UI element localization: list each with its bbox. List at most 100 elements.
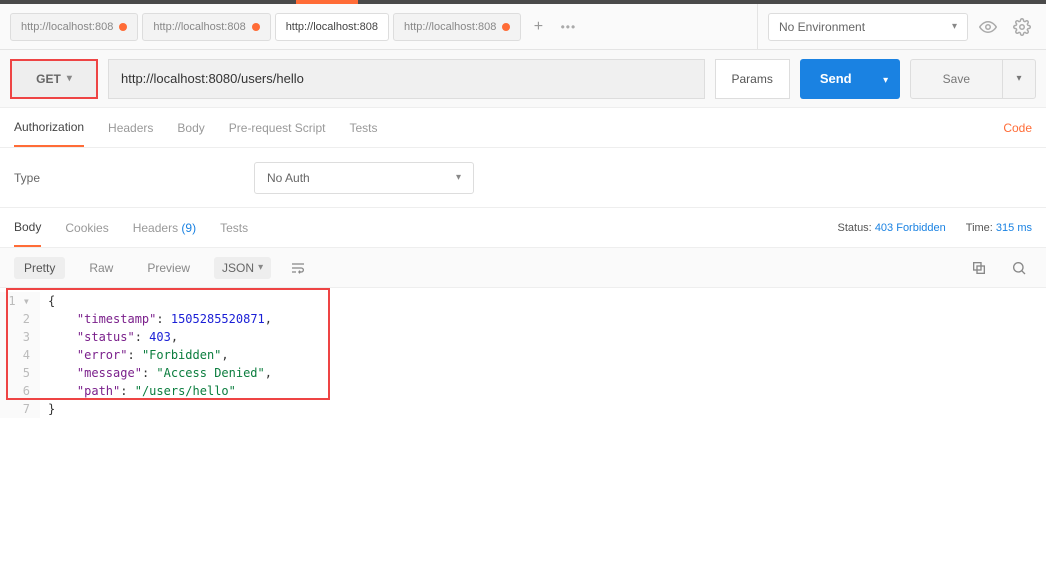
save-dropdown[interactable]: ▾ bbox=[1002, 60, 1035, 98]
code-text: { bbox=[48, 294, 55, 308]
new-tab-button[interactable]: + bbox=[525, 14, 551, 40]
dirty-dot-icon bbox=[252, 23, 260, 31]
view-bar: Pretty Raw Preview JSON ▾ bbox=[0, 248, 1046, 288]
tab-label: http://localhost:808 bbox=[21, 21, 113, 33]
format-label: JSON bbox=[222, 261, 254, 275]
chevron-down-icon: ▾ bbox=[1000, 73, 1036, 84]
chevron-down-icon: ▾ bbox=[883, 75, 888, 86]
response-body[interactable]: 1 ▾{ 2 "timestamp": 1505285520871, 3 "st… bbox=[0, 288, 1046, 422]
tab-label: Headers bbox=[133, 221, 178, 235]
line-gutter: 4 bbox=[0, 346, 40, 364]
request-tab-2[interactable]: http://localhost:808 bbox=[142, 13, 270, 41]
tab-label: http://localhost:808 bbox=[153, 21, 245, 33]
tab-label: Headers bbox=[108, 121, 153, 135]
request-tab-4[interactable]: http://localhost:808 bbox=[393, 13, 521, 41]
params-label: Params bbox=[732, 72, 773, 86]
auth-type-label: Type bbox=[14, 171, 234, 185]
send-button-group: Send ▾ bbox=[800, 59, 900, 99]
code-text: "message" bbox=[77, 366, 142, 380]
save-button-group: Save ▾ bbox=[910, 59, 1036, 99]
send-button[interactable]: Send bbox=[800, 59, 872, 99]
view-pretty[interactable]: Pretty bbox=[14, 257, 65, 279]
resp-tab-body[interactable]: Body bbox=[14, 208, 41, 247]
search-icon[interactable] bbox=[1006, 255, 1032, 281]
tab-label: Body bbox=[177, 121, 204, 135]
method-label: GET bbox=[36, 72, 61, 86]
tab-label: Authorization bbox=[14, 120, 84, 134]
tab-prerequest[interactable]: Pre-request Script bbox=[229, 108, 326, 147]
view-label: Raw bbox=[89, 261, 113, 275]
line-gutter: 1 ▾ bbox=[0, 292, 40, 310]
time-value: 315 ms bbox=[996, 222, 1032, 234]
line-gutter: 3 bbox=[0, 328, 40, 346]
code-text: "path" bbox=[77, 384, 120, 398]
method-select[interactable]: GET ▾ bbox=[10, 59, 98, 99]
environment-label: No Environment bbox=[779, 20, 865, 34]
code-text: 403 bbox=[149, 330, 171, 344]
line-gutter: 2 bbox=[0, 310, 40, 328]
code-text: "Access Denied" bbox=[156, 366, 264, 380]
tab-strip: http://localhost:808 http://localhost:80… bbox=[0, 4, 757, 49]
environment-select[interactable]: No Environment ▾ bbox=[768, 13, 968, 41]
dirty-dot-icon bbox=[502, 23, 510, 31]
status-label: Status: bbox=[838, 222, 872, 234]
headers-count: (9) bbox=[181, 221, 196, 235]
tab-overflow-button[interactable]: ••• bbox=[555, 14, 581, 40]
chevron-down-icon: ▾ bbox=[952, 21, 957, 32]
code-text: "/users/hello" bbox=[135, 384, 236, 398]
format-select[interactable]: JSON ▾ bbox=[214, 257, 271, 279]
chevron-down-icon: ▾ bbox=[258, 262, 263, 273]
code-text: "Forbidden" bbox=[142, 348, 221, 362]
params-button[interactable]: Params bbox=[715, 59, 790, 99]
code-text: "timestamp" bbox=[77, 312, 156, 326]
chevron-down-icon: ▾ bbox=[456, 172, 461, 183]
view-preview[interactable]: Preview bbox=[137, 257, 200, 279]
eye-icon[interactable] bbox=[974, 13, 1002, 41]
wrap-lines-icon[interactable] bbox=[285, 255, 311, 281]
dirty-dot-icon bbox=[119, 23, 127, 31]
time-label: Time: bbox=[966, 222, 993, 234]
request-tab-3[interactable]: http://localhost:808 bbox=[275, 13, 389, 41]
code-text: "error" bbox=[77, 348, 128, 362]
url-input[interactable]: http://localhost:8080/users/hello bbox=[108, 59, 705, 99]
view-label: Preview bbox=[147, 261, 190, 275]
tab-label: Tests bbox=[349, 121, 377, 135]
auth-type-select[interactable]: No Auth ▾ bbox=[254, 162, 474, 194]
code-text: 1505285520871 bbox=[171, 312, 265, 326]
tab-authorization[interactable]: Authorization bbox=[14, 108, 84, 147]
tab-headers[interactable]: Headers bbox=[108, 108, 153, 147]
window-top-strip bbox=[0, 0, 1046, 4]
send-dropdown[interactable]: ▾ bbox=[872, 59, 900, 99]
tab-label: http://localhost:808 bbox=[404, 21, 496, 33]
status-block: Status: 403 Forbidden bbox=[838, 222, 946, 234]
view-raw[interactable]: Raw bbox=[79, 257, 123, 279]
request-tab-1[interactable]: http://localhost:808 bbox=[10, 13, 138, 41]
tab-label: Tests bbox=[220, 221, 248, 235]
copy-icon[interactable] bbox=[966, 255, 992, 281]
auth-type-value: No Auth bbox=[267, 171, 310, 185]
tab-label: http://localhost:808 bbox=[286, 21, 378, 33]
tab-label: Pre-request Script bbox=[229, 121, 326, 135]
response-tabs: Body Cookies Headers (9) Tests Status: 4… bbox=[0, 208, 1046, 248]
time-block: Time: 315 ms bbox=[966, 222, 1032, 234]
line-gutter: 6 bbox=[0, 382, 40, 400]
code-link[interactable]: Code bbox=[1003, 121, 1032, 135]
request-subtabs: Authorization Headers Body Pre-request S… bbox=[0, 108, 1046, 148]
code-label: Code bbox=[1003, 121, 1032, 135]
send-label: Send bbox=[820, 71, 852, 86]
line-gutter: 5 bbox=[0, 364, 40, 382]
tab-label: Cookies bbox=[65, 221, 108, 235]
request-row: GET ▾ http://localhost:8080/users/hello … bbox=[0, 50, 1046, 108]
chevron-down-icon: ▾ bbox=[67, 73, 72, 84]
code-text: } bbox=[48, 402, 55, 416]
environment-area: No Environment ▾ bbox=[757, 4, 1046, 49]
save-button[interactable]: Save bbox=[911, 60, 1002, 98]
resp-tab-headers[interactable]: Headers (9) bbox=[133, 208, 196, 247]
resp-tab-tests[interactable]: Tests bbox=[220, 208, 248, 247]
response-meta: Status: 403 Forbidden Time: 315 ms bbox=[838, 222, 1033, 234]
tab-body[interactable]: Body bbox=[177, 108, 204, 147]
gear-icon[interactable] bbox=[1008, 13, 1036, 41]
tab-tests[interactable]: Tests bbox=[349, 108, 377, 147]
resp-tab-cookies[interactable]: Cookies bbox=[65, 208, 108, 247]
status-value: 403 Forbidden bbox=[875, 222, 946, 234]
